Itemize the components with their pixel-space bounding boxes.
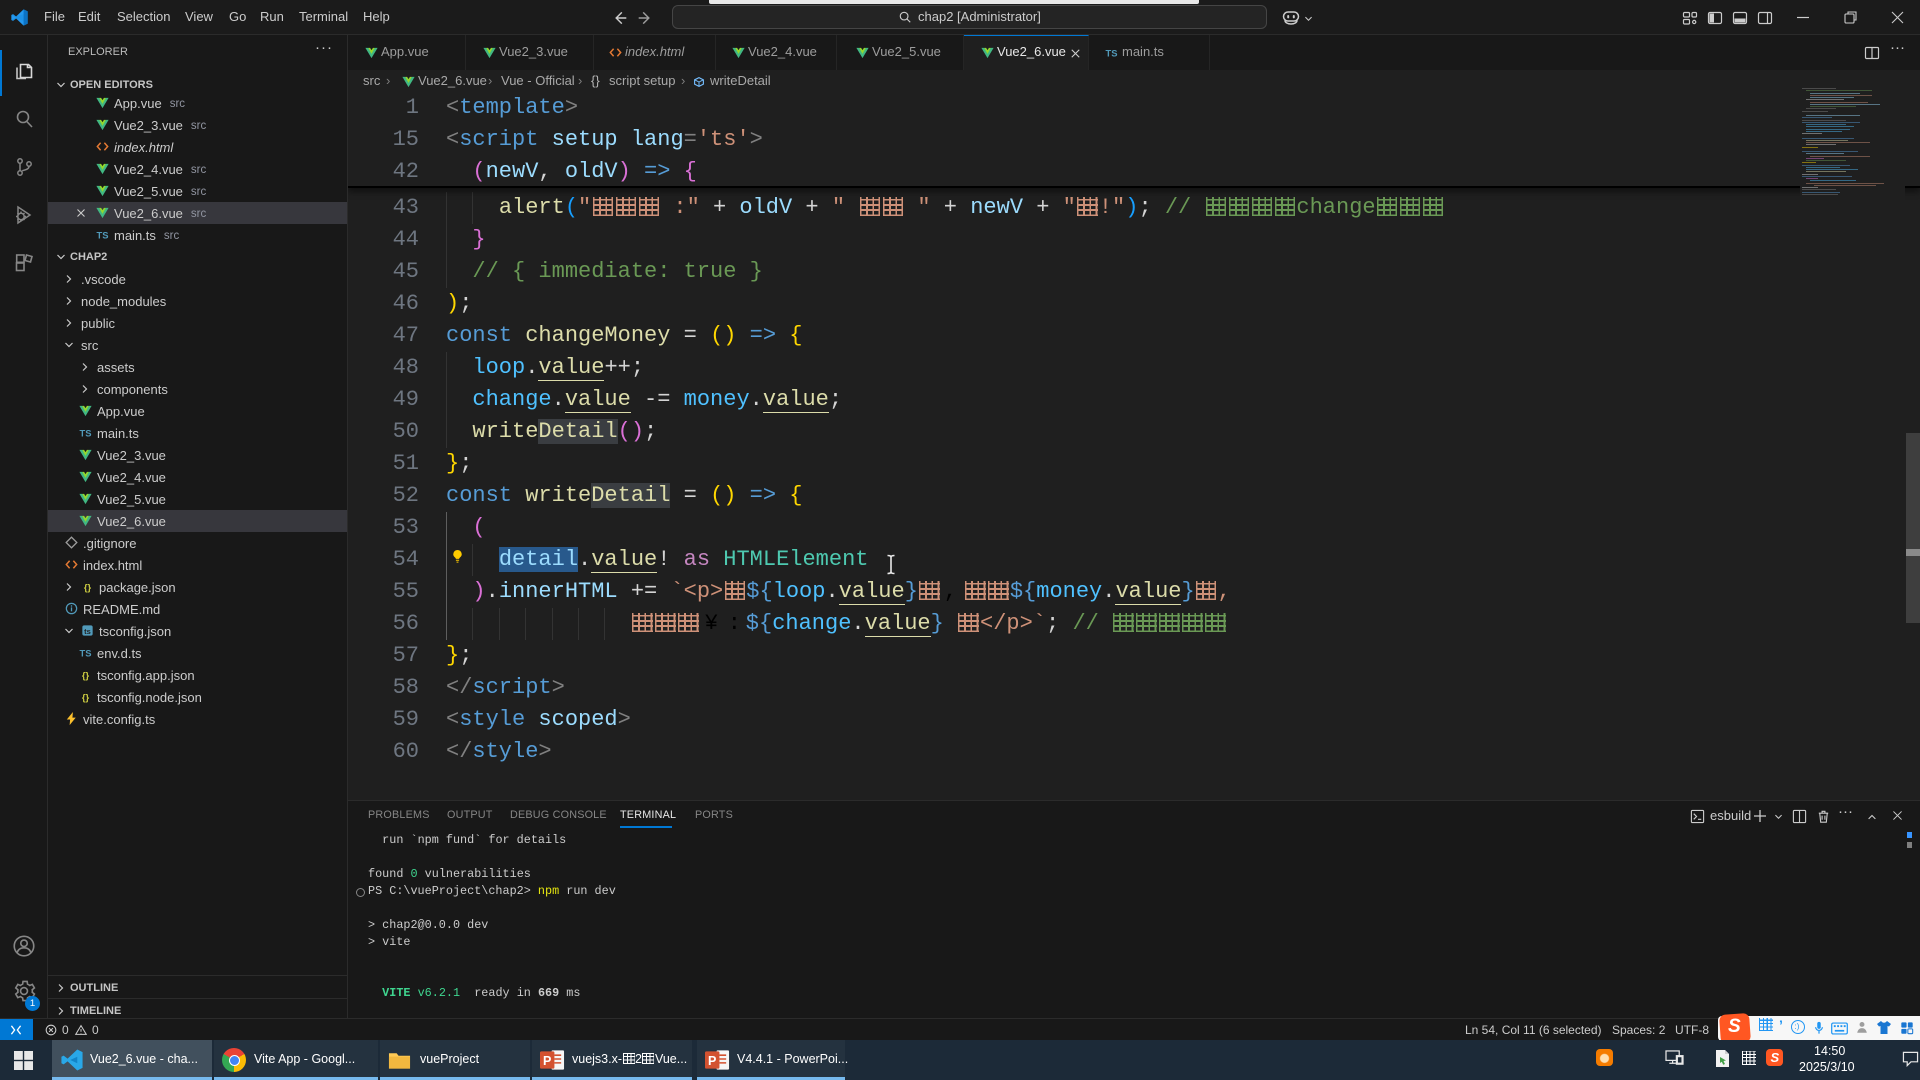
svg-text:TS: TS [1106,48,1118,58]
svg-text:{}: {} [82,692,90,702]
svg-text:{}: {} [84,582,92,592]
svg-text:ts: ts [84,627,91,636]
svg-text:P: P [708,1054,716,1068]
svg-text:TS: TS [97,230,109,240]
svg-text:TS: TS [80,648,92,658]
svg-text:{}: {} [82,670,90,680]
svg-text:P: P [543,1054,551,1068]
svg-text:TS: TS [80,428,92,438]
